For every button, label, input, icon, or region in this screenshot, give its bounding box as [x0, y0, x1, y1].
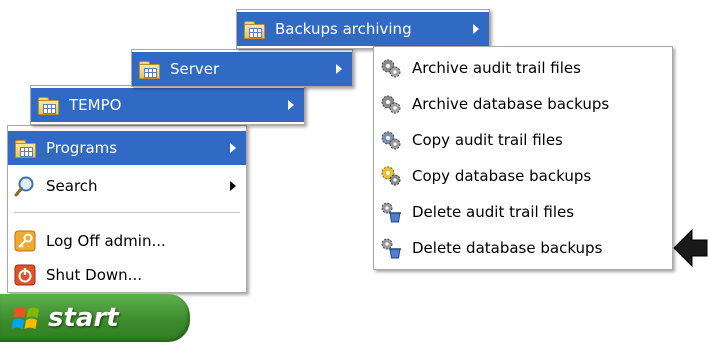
start-menu-item-log-off[interactable]: Log Off admin...: [8, 224, 246, 258]
programs-item-label: TEMPO: [69, 96, 122, 114]
copy-gears-icon: [381, 166, 401, 186]
start-button[interactable]: start: [0, 294, 190, 342]
start-menu-item-search[interactable]: Search: [8, 169, 246, 203]
menu-separator: [14, 212, 240, 213]
submenu-arrow-icon: [230, 143, 236, 153]
backups-item-copy-audit-trail[interactable]: Copy audit trail files: [374, 123, 672, 157]
tempo-item-server[interactable]: Server: [132, 52, 352, 86]
submenu-arrow-icon: [336, 64, 342, 74]
start-menu-item-programs[interactable]: Programs: [8, 131, 246, 165]
start-menu-item-shut-down[interactable]: Shut Down...: [8, 258, 246, 292]
archive-gears-icon: [381, 95, 401, 114]
backups-item-label: Copy database backups: [412, 167, 592, 185]
backups-item-delete-database-backups[interactable]: Delete database backups: [374, 231, 672, 265]
backups-item-label: Delete database backups: [412, 239, 603, 257]
backups-item-label: Archive audit trail files: [412, 59, 581, 77]
backups-item-label: Archive database backups: [412, 95, 610, 113]
folder-icon: [37, 94, 59, 116]
backups-item-archive-audit-trail[interactable]: Archive audit trail files: [374, 51, 672, 85]
submenu-arrow-icon: [230, 181, 236, 191]
start-menu-item-label: Log Off admin...: [46, 232, 166, 250]
delete-gears-trash-icon: [381, 238, 401, 259]
backups-archiving-submenu: Archive audit trail files Archive databa…: [373, 46, 673, 270]
start-menu-item-label: Search: [46, 177, 98, 195]
start-menu: Programs Search Log Off admin... Shut Do…: [7, 125, 247, 293]
delete-gears-trash-icon: [381, 202, 401, 223]
search-magnifier-icon: [14, 176, 34, 197]
windows-flag-icon: [12, 307, 39, 329]
start-button-label: start: [48, 303, 119, 333]
programs-folder-icon: [14, 137, 36, 159]
submenu-arrow-icon: [473, 24, 479, 34]
submenu-arrow-icon: [288, 100, 294, 110]
backups-item-archive-database-backups[interactable]: Archive database backups: [374, 87, 672, 121]
server-item-backups-archiving[interactable]: Backups archiving: [237, 12, 489, 46]
start-menu-item-label: Programs: [46, 139, 118, 157]
folder-icon: [138, 58, 160, 80]
tempo-item-label: Server: [170, 60, 220, 78]
pointer-arrow-icon: [673, 228, 708, 268]
backups-item-label: Copy audit trail files: [412, 131, 563, 149]
server-item-label: Backups archiving: [275, 20, 412, 38]
backups-item-copy-database-backups[interactable]: Copy database backups: [374, 159, 672, 193]
start-menu-item-label: Shut Down...: [46, 266, 142, 284]
tempo-submenu: Server: [131, 49, 353, 87]
backups-item-label: Delete audit trail files: [412, 203, 575, 221]
shut-down-power-icon: [14, 264, 36, 286]
copy-gears-icon: [381, 131, 401, 150]
log-off-key-icon: [14, 230, 36, 252]
server-submenu: Backups archiving: [236, 9, 490, 49]
backups-item-delete-audit-trail[interactable]: Delete audit trail files: [374, 195, 672, 229]
folder-icon: [243, 18, 265, 40]
archive-gears-icon: [381, 59, 401, 78]
programs-submenu: TEMPO: [30, 85, 305, 125]
programs-item-tempo[interactable]: TEMPO: [31, 88, 304, 122]
